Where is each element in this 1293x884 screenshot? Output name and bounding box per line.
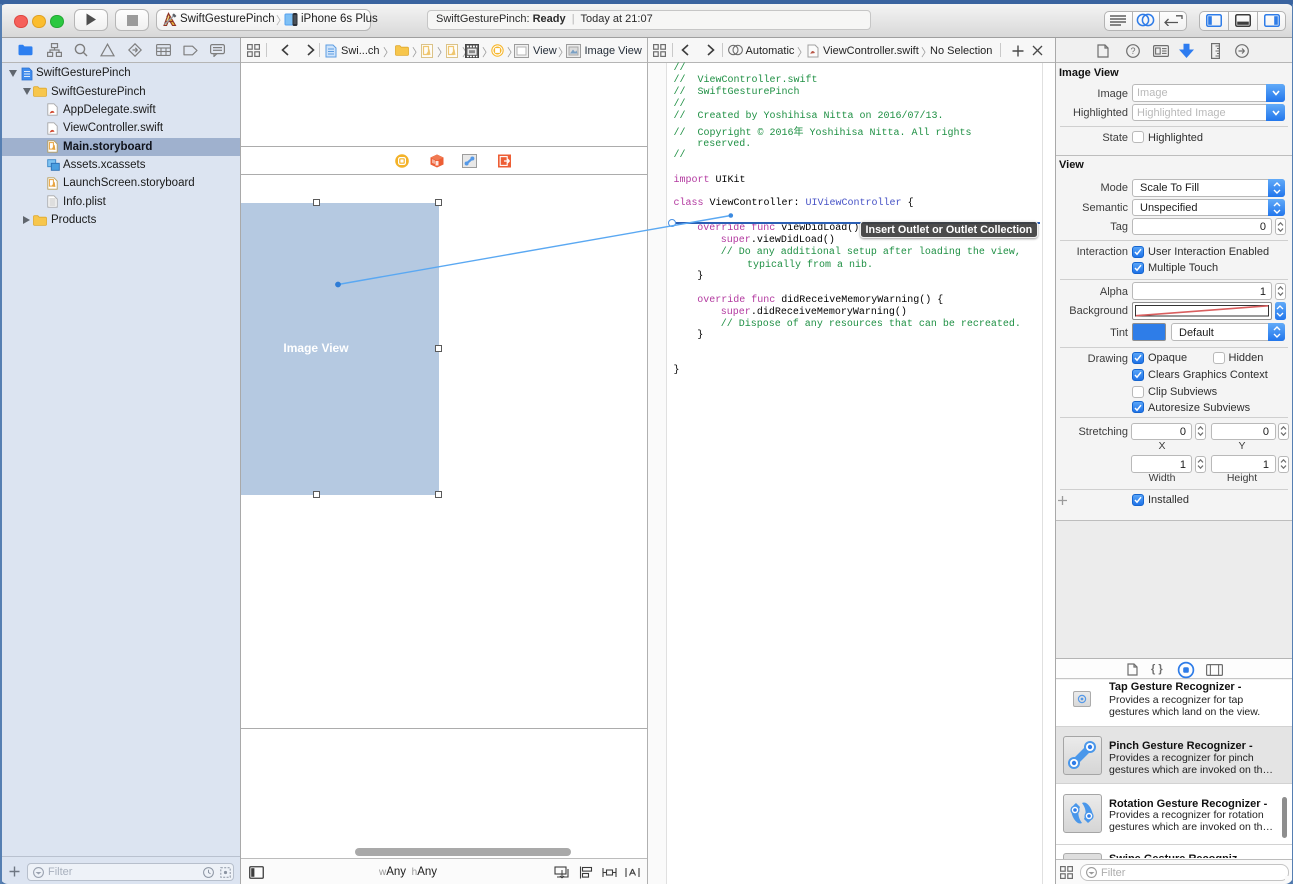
svg-text:?: ? [1130,46,1135,56]
